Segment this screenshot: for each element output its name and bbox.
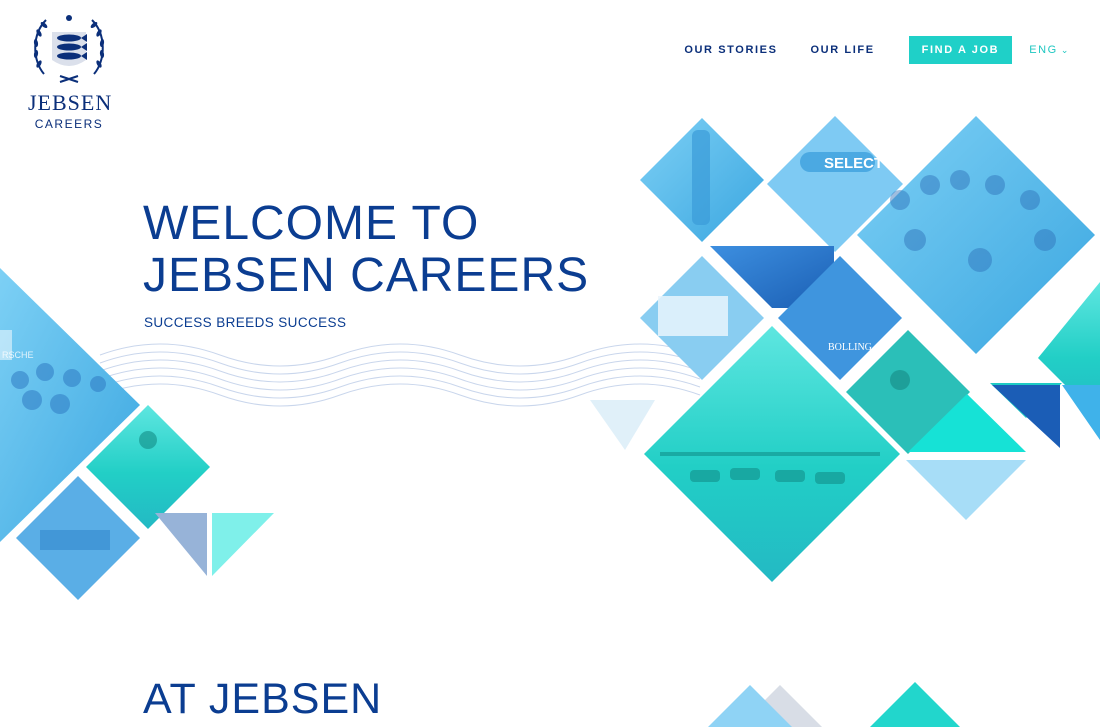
triangle-bottom-teal	[870, 682, 960, 727]
triangle-pale-blue	[906, 460, 1026, 520]
triangle-grey-blue	[155, 513, 207, 576]
hero-title-line-1: WELCOME TO	[143, 197, 480, 250]
select-store-text: SELECT	[824, 155, 883, 172]
porsche-sign-text: RSCHE	[2, 350, 34, 360]
hero-subtitle: SUCCESS BREEDS SUCCESS	[144, 315, 347, 330]
wave-lines	[99, 343, 701, 407]
triangle-sky-right	[1062, 385, 1100, 440]
hero-title-line-2: JEBSEN CAREERS	[143, 249, 590, 302]
section-title-at-jebsen: AT JEBSEN	[143, 675, 383, 723]
hero-artwork: RSCHE SELECT BOLLING	[0, 116, 1100, 727]
champagne-label-text: BOLLING	[828, 342, 872, 353]
hero-title: WELCOME TO JEBSEN CAREERS	[143, 198, 589, 302]
triangle-aqua	[212, 513, 274, 576]
